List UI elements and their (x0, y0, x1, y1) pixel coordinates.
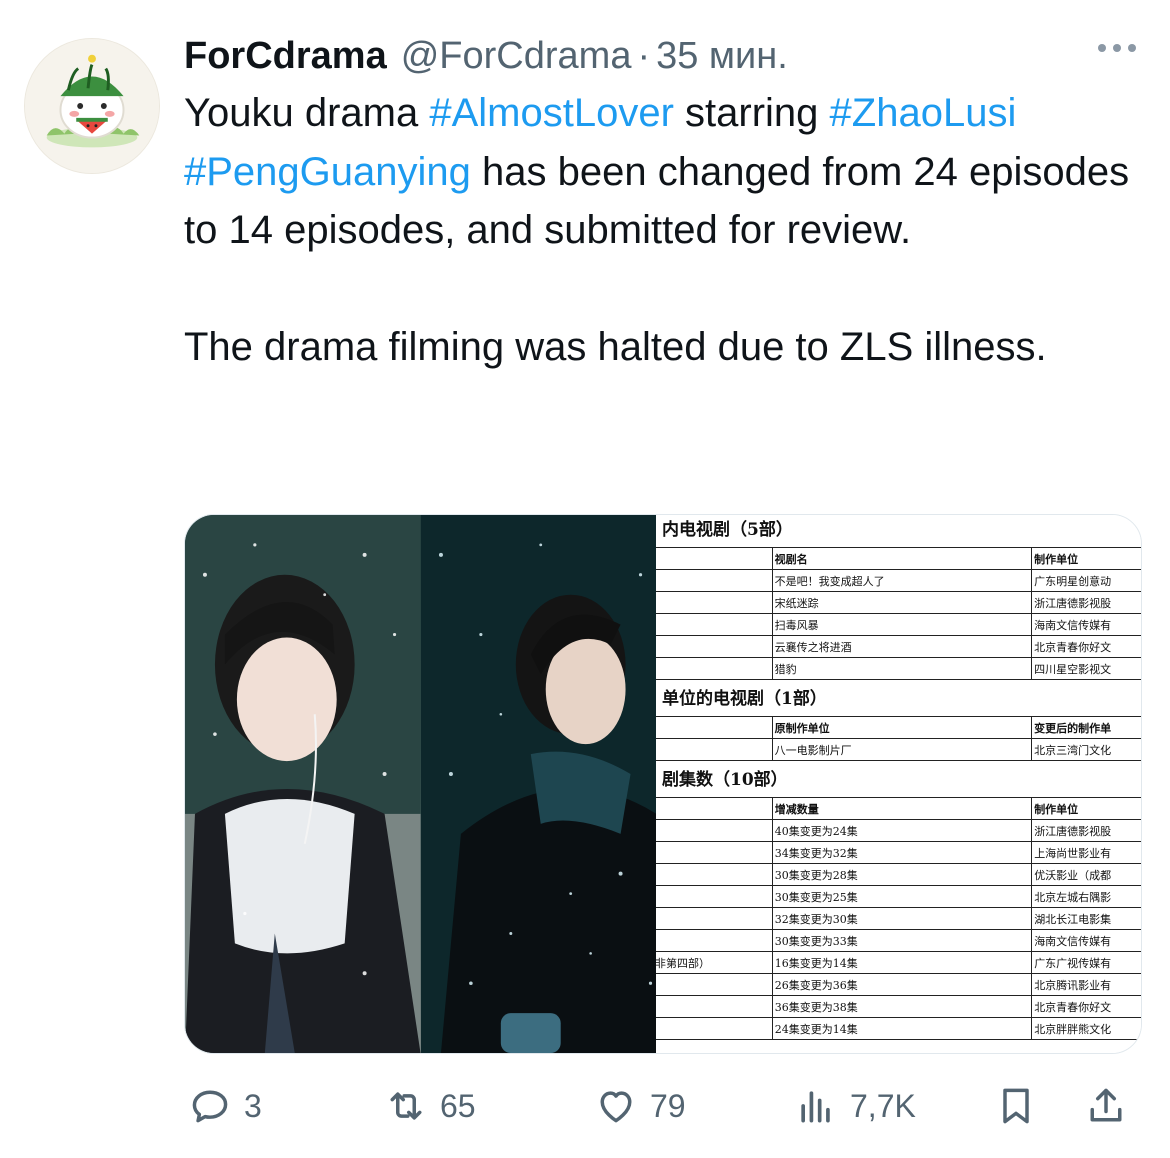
doc-cell: 广东明星创意动 (1031, 569, 1141, 592)
doc-table-2: 原制作单位 变更后的制作单 八一电影制片厂 北京三湾门文化 (656, 716, 1141, 761)
action-bar: 3 65 79 7,7K (184, 1076, 1144, 1136)
tweet-media[interactable]: 内电视剧（5部） 视剧名 制作单位 不是吧！我变成超人了 广东明星创意动 宋纸迷踪… (184, 514, 1142, 1054)
doc-cell (656, 841, 773, 864)
display-name[interactable]: ForCdrama (184, 30, 387, 82)
doc-cell: 北京胖胖熊文化 (1031, 1017, 1141, 1040)
views-chart-icon (801, 1091, 830, 1123)
doc-section-title: 单位的电视剧（1部） (662, 689, 827, 709)
doc-cell: 优沃影业（成都 (1031, 863, 1141, 886)
retweet-button[interactable]: 65 (384, 1076, 476, 1136)
separator-dot: · (637, 35, 651, 77)
retweet-count: 65 (440, 1087, 476, 1124)
doc-cell: 16集变更为14集 (771, 951, 1033, 974)
like-button[interactable]: 79 (594, 1076, 686, 1136)
avatar[interactable] (24, 38, 160, 174)
document-scan[interactable]: 内电视剧（5部） 视剧名 制作单位 不是吧！我变成超人了 广东明星创意动 宋纸迷踪… (656, 515, 1141, 1053)
doc-cell: 40集变更为24集 (771, 819, 1033, 842)
photo-actor[interactable] (420, 515, 656, 1053)
doc-cell: 北京腾讯影业有 (1031, 973, 1141, 996)
doc-cell: 海南文信传媒有 (1031, 613, 1141, 636)
tweet-text: Youku drama #AlmostLover starring #ZhaoL… (184, 84, 1144, 376)
doc-cell: 制作单位 (1031, 547, 1141, 570)
doc-cell: 广东广视传媒有 (1031, 951, 1141, 974)
doc-cell: 变更后的制作单 (1031, 716, 1141, 739)
doc-cell: 24集变更为14集 (771, 1017, 1033, 1040)
retweet-icon (390, 1092, 422, 1120)
actress-illustration (185, 515, 421, 1053)
doc-cell: 北京青春你好文 (1031, 995, 1141, 1018)
timestamp[interactable]: 35 мин. (656, 30, 788, 82)
bookmark-icon (1003, 1088, 1029, 1124)
text-segment: Youku drama (184, 91, 430, 135)
doc-cell: 四川星空影视文 (1031, 657, 1141, 680)
doc-cell: 30集变更为28集 (771, 863, 1033, 886)
reply-count: 3 (244, 1087, 262, 1124)
text-segment: starring (673, 91, 830, 135)
reply-button[interactable]: 3 (188, 1076, 262, 1136)
doc-cell: 视剧名 (771, 547, 1033, 570)
doc-cell: 26集变更为36集 (771, 973, 1033, 996)
doc-cell: 猎豹 (771, 657, 1033, 680)
doc-cell: 浙江唐德影视股 (1031, 819, 1141, 842)
share-button[interactable] (1084, 1076, 1128, 1136)
bookmark-button[interactable] (994, 1076, 1038, 1136)
user-handle[interactable]: @ForCdrama (401, 30, 632, 82)
hashtag-almostlover[interactable]: #AlmostLover (429, 91, 674, 135)
doc-section-title: 内电视剧（5部） (662, 520, 793, 540)
doc-cell (656, 929, 773, 952)
avatar-illustration (25, 39, 159, 173)
doc-cell (656, 885, 773, 908)
doc-cell: 36集变更为38集 (771, 995, 1033, 1018)
hashtag-zhaolusi[interactable]: #ZhaoLusi (830, 91, 1017, 135)
share-icon (1090, 1088, 1122, 1122)
like-count: 79 (650, 1087, 686, 1124)
reply-icon (192, 1090, 228, 1123)
doc-cell: 北京左城右隅影 (1031, 885, 1141, 908)
doc-section-title: 剧集数（10部） (662, 770, 788, 790)
doc-cell: 扫毒风暴 (771, 613, 1033, 636)
doc-cell (656, 995, 773, 1018)
doc-cell: 八一电影制片厂 (771, 738, 1033, 761)
photo-actress[interactable] (185, 515, 421, 1053)
doc-cell: 32集变更为30集 (771, 907, 1033, 930)
actor-illustration (420, 515, 656, 1053)
doc-cell (656, 907, 773, 930)
doc-cell (656, 973, 773, 996)
doc-cell: 30集变更为33集 (771, 929, 1033, 952)
doc-cell: 增减数量 (771, 797, 1033, 820)
doc-cell: 30集变更为25集 (771, 885, 1033, 908)
doc-cell (656, 863, 773, 886)
doc-cell: 上海尚世影业有 (1031, 841, 1141, 864)
doc-cell: 北京三湾门文化 (1031, 738, 1141, 761)
doc-cell: 制作单位 (1031, 797, 1141, 820)
doc-cell: 宋纸迷踪 (771, 591, 1033, 614)
doc-cell: 云襄传之将进酒 (771, 635, 1033, 658)
doc-cell: 34集变更为32集 (771, 841, 1033, 864)
heart-icon (600, 1091, 632, 1123)
doc-table-3: 增减数量 制作单位 40集变更为24集 浙江唐德影视股 34集变更为32集 上海尚世影… (656, 797, 1141, 1040)
doc-cell (656, 819, 773, 842)
text-paragraph: The drama filming was halted due to ZLS … (184, 324, 1047, 369)
tweet: ForCdrama @ForCdrama · 35 мин. Youku dra… (0, 0, 1170, 1158)
doc-cell: 非第四部） (656, 951, 773, 974)
doc-cell: 湖北长江电影集 (1031, 907, 1141, 930)
tweet-header: ForCdrama @ForCdrama · 35 мин. (184, 30, 788, 82)
doc-cell: 北京青春你好文 (1031, 635, 1141, 658)
doc-cell: 海南文信传媒有 (1031, 929, 1141, 952)
doc-cell: 原制作单位 (771, 716, 1033, 739)
doc-cell: 浙江唐德影视股 (1031, 591, 1141, 614)
hashtag-pengguanying[interactable]: #PengGuanying (184, 150, 471, 194)
more-dots-icon[interactable] (1098, 44, 1136, 52)
doc-cell (656, 1017, 773, 1040)
views-count: 7,7K (850, 1087, 916, 1124)
views-button[interactable]: 7,7K (794, 1076, 916, 1136)
doc-table-1: 视剧名 制作单位 不是吧！我变成超人了 广东明星创意动 宋纸迷踪 浙江唐德影视股 扫… (656, 547, 1141, 680)
doc-cell: 不是吧！我变成超人了 (771, 569, 1033, 592)
